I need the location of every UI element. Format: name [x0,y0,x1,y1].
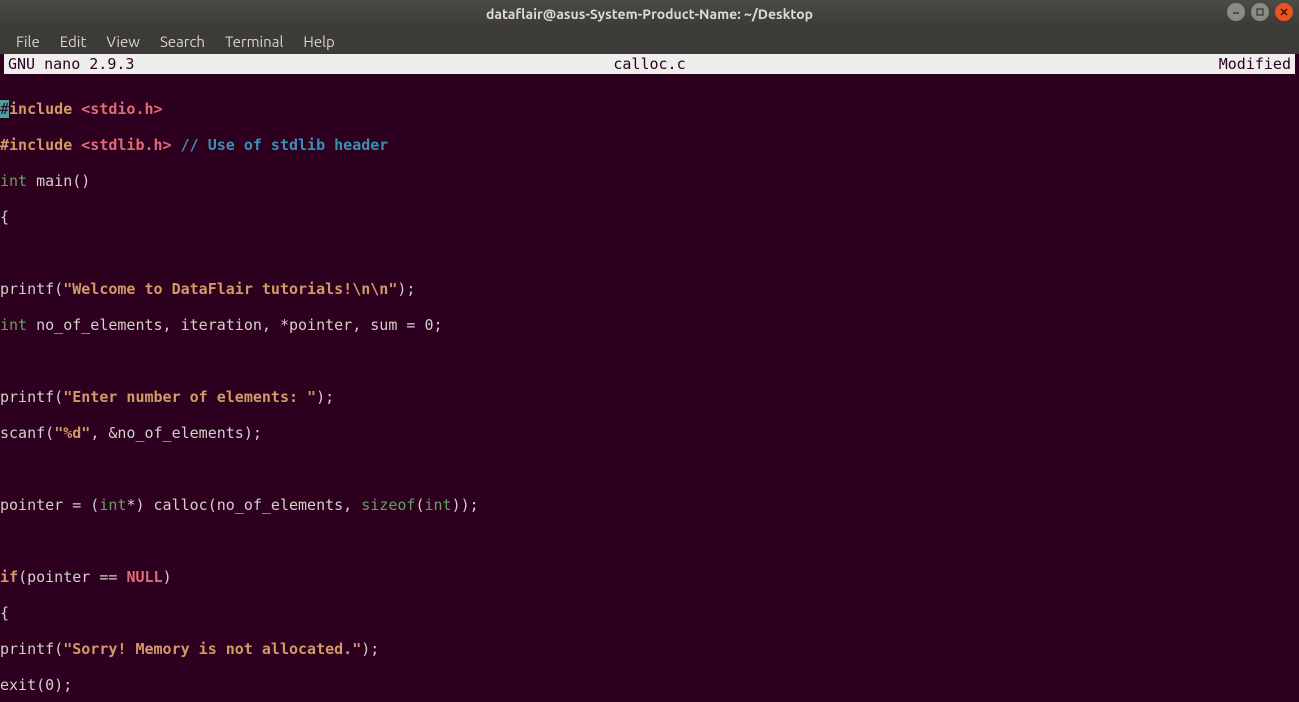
nano-modified-indicator: Modified [1219,55,1291,73]
minimize-button[interactable] [1227,3,1245,21]
window-titlebar: dataflair@asus-System-Product-Name: ~/De… [0,0,1299,28]
close-button[interactable] [1275,3,1293,21]
code-line [0,244,1299,262]
window-controls [1227,3,1293,21]
code-line: { [0,604,1299,622]
maximize-button[interactable] [1251,3,1269,21]
code-line: int no_of_elements, iteration, *pointer,… [0,316,1299,334]
code-line: printf("Sorry! Memory is not allocated."… [0,640,1299,658]
code-line: printf("Welcome to DataFlair tutorials!\… [0,280,1299,298]
menu-search[interactable]: Search [150,31,215,52]
code-line [0,532,1299,550]
nano-version: GNU nano 2.9.3 [8,55,134,73]
nano-status-bar: GNU nano 2.9.3 calloc.c Modified [4,54,1295,74]
code-line: pointer = (int*) calloc(no_of_elements, … [0,496,1299,514]
menubar: File Edit View Search Terminal Help [0,28,1299,54]
code-line: printf("Enter number of elements: "); [0,388,1299,406]
menu-help[interactable]: Help [293,31,344,52]
menu-terminal[interactable]: Terminal [215,31,293,52]
code-line [0,352,1299,370]
menu-view[interactable]: View [96,31,150,52]
menu-file[interactable]: File [6,31,50,52]
code-line: #include <stdio.h> [0,100,1299,118]
code-line: { [0,208,1299,226]
code-line: #include <stdlib.h> // Use of stdlib hea… [0,136,1299,154]
code-line: int main() [0,172,1299,190]
nano-filename: calloc.c [613,55,685,73]
cursor: # [0,100,9,118]
menu-edit[interactable]: Edit [50,31,97,52]
editor-area[interactable]: #include <stdio.h> #include <stdlib.h> /… [0,74,1299,702]
code-line: exit(0); [0,676,1299,694]
code-line: scanf("%d", &no_of_elements); [0,424,1299,442]
code-line [0,460,1299,478]
code-line: if(pointer == NULL) [0,568,1299,586]
window-title: dataflair@asus-System-Product-Name: ~/De… [486,6,813,22]
